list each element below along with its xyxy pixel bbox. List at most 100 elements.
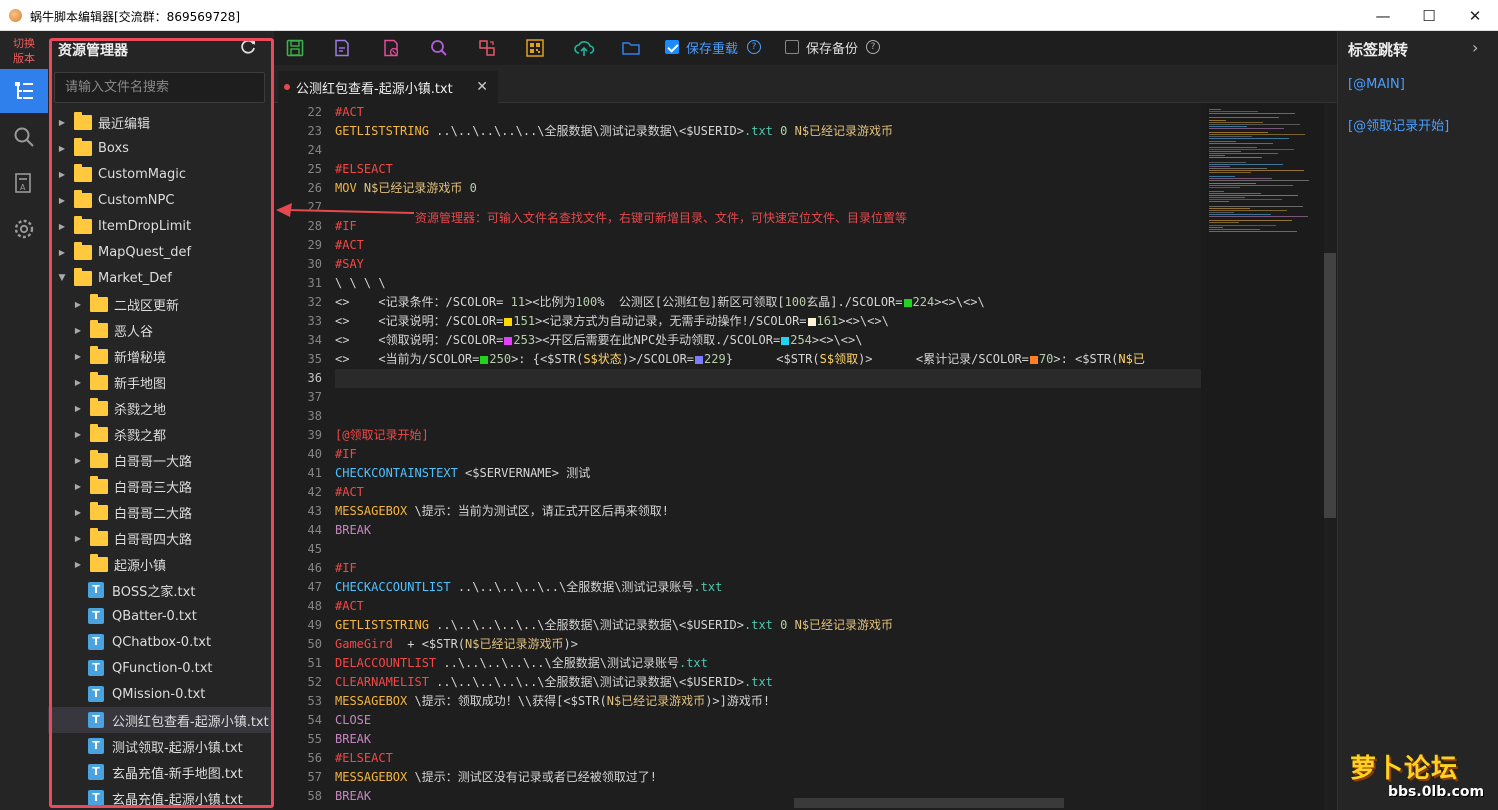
chevron-right-icon[interactable]: ▶ xyxy=(72,300,84,309)
code-line[interactable] xyxy=(335,388,1201,407)
save-button[interactable] xyxy=(284,37,306,59)
chevron-right-icon[interactable]: › xyxy=(1472,38,1478,57)
tab-active-file[interactable]: 公测红包查看-起源小镇.txt ✕ xyxy=(278,71,498,103)
code-line[interactable]: #ACT xyxy=(335,236,1201,255)
code-line[interactable]: BREAK xyxy=(335,730,1201,749)
chevron-right-icon[interactable]: ▶ xyxy=(72,508,84,517)
file-search-input[interactable] xyxy=(54,72,265,103)
minimize-button[interactable]: — xyxy=(1360,0,1406,31)
tree-folder-item[interactable]: ▶ 新手地图 xyxy=(48,369,274,395)
code-line[interactable]: #IF xyxy=(335,445,1201,464)
code-line[interactable]: #SAY xyxy=(335,255,1201,274)
save-backup-help-icon[interactable]: ? xyxy=(866,40,880,54)
explorer-activity-button[interactable] xyxy=(0,69,48,113)
switch-version-button[interactable]: 切换 版本 xyxy=(6,36,42,66)
tree-folder-item[interactable]: ▶ 恶人谷 xyxy=(48,317,274,343)
code-line[interactable]: <> <当前为/SCOLOR= 250>: {<$STR(S$状态)>/SCOLO… xyxy=(335,350,1201,369)
tree-folder-item[interactable]: ▶ 杀戮之都 xyxy=(48,421,274,447)
code-line[interactable]: CLEARNAMELIST ..\..\..\..\..\全服数据\测试记录数据… xyxy=(335,673,1201,692)
chevron-right-icon[interactable]: ▶ xyxy=(56,196,68,205)
tree-file-item[interactable]: T QBatter-0.txt xyxy=(48,603,274,629)
tree-file-item[interactable]: T 测试领取-起源小镇.txt xyxy=(48,733,274,759)
chevron-right-icon[interactable]: ▶ xyxy=(72,404,84,413)
horizontal-scrollbar[interactable] xyxy=(794,798,1064,808)
save-backup-checkbox[interactable] xyxy=(785,40,799,54)
code-line[interactable]: #ELSEACT xyxy=(335,160,1201,179)
chevron-right-icon[interactable]: ▶ xyxy=(56,144,68,153)
tree-folder-item[interactable]: ▶ MapQuest_def xyxy=(48,239,274,265)
save-reload-checkbox[interactable] xyxy=(665,40,679,54)
tree-folder-item[interactable]: ▶ 新增秘境 xyxy=(48,343,274,369)
code-line[interactable]: MESSAGEBOX \提示：测试区没有记录或者已经被领取过了! xyxy=(335,768,1201,787)
chevron-right-icon[interactable]: ▶ xyxy=(72,534,84,543)
tree-folder-item[interactable]: ▶ 白哥哥二大路 xyxy=(48,499,274,525)
tree-folder-item[interactable]: ▶ ItemDropLimit xyxy=(48,213,274,239)
tree-folder-item[interactable]: ▶ 白哥哥三大路 xyxy=(48,473,274,499)
code-line[interactable]: #IF xyxy=(335,559,1201,578)
code-line[interactable]: CHECKCONTAINSTEXT <$SERVERNAME> 测试 xyxy=(335,464,1201,483)
close-file-button[interactable] xyxy=(380,37,402,59)
code-line[interactable]: #ACT xyxy=(335,103,1201,122)
code-line[interactable]: #ACT xyxy=(335,597,1201,616)
tree-folder-item[interactable]: ▶ 白哥哥四大路 xyxy=(48,525,274,551)
code-line[interactable] xyxy=(335,407,1201,426)
upload-button[interactable] xyxy=(573,37,595,59)
code-line[interactable]: #ELSEACT xyxy=(335,749,1201,768)
refresh-button[interactable] xyxy=(238,37,260,59)
code-line[interactable]: BREAK xyxy=(335,521,1201,540)
chevron-right-icon[interactable]: ▶ xyxy=(56,118,68,127)
chevron-down-icon[interactable]: ▼ xyxy=(56,273,68,283)
code-line[interactable]: GETLISTSTRING ..\..\..\..\..\全服数据\测试记录数据… xyxy=(335,616,1201,635)
code-line[interactable] xyxy=(335,540,1201,559)
chevron-right-icon[interactable]: ▶ xyxy=(72,352,84,361)
code-line[interactable] xyxy=(335,369,1201,388)
minimap[interactable] xyxy=(1201,103,1324,810)
tree-folder-item[interactable]: ▶ CustomNPC xyxy=(48,187,274,213)
tree-file-item[interactable]: T QMission-0.txt xyxy=(48,681,274,707)
replace-button[interactable] xyxy=(476,37,498,59)
chevron-right-icon[interactable]: ▶ xyxy=(72,430,84,439)
code-line[interactable]: DELACCOUNTLIST ..\..\..\..\..\全服数据\测试记录账… xyxy=(335,654,1201,673)
code-line[interactable]: \ \ \ \ xyxy=(335,274,1201,293)
tree-file-item[interactable]: T BOSS之家.txt xyxy=(48,577,274,603)
tree-file-item[interactable]: T QChatbox-0.txt xyxy=(48,629,274,655)
tree-file-item[interactable]: T QFunction-0.txt xyxy=(48,655,274,681)
tree-folder-item[interactable]: ▶ 最近编辑 xyxy=(48,109,274,135)
save-reload-help-icon[interactable]: ? xyxy=(747,40,761,54)
find-button[interactable] xyxy=(428,37,450,59)
tree-file-item[interactable]: T 玄晶充值-起源小镇.txt xyxy=(48,785,274,809)
code-line[interactable]: GETLISTSTRING ..\..\..\..\..\全服数据\测试记录数据… xyxy=(335,122,1201,141)
open-folder-button[interactable] xyxy=(620,37,642,59)
search-activity-button[interactable] xyxy=(0,115,48,159)
tree-folder-item[interactable]: ▶ 杀戮之地 xyxy=(48,395,274,421)
qrcode-button[interactable] xyxy=(524,37,546,59)
tree-folder-item[interactable]: ▶ 二战区更新 xyxy=(48,291,274,317)
chevron-right-icon[interactable]: ▶ xyxy=(72,326,84,335)
code-line[interactable]: #ACT xyxy=(335,483,1201,502)
chevron-right-icon[interactable]: ▶ xyxy=(72,456,84,465)
settings-activity-button[interactable] xyxy=(0,207,48,251)
code-line[interactable]: MESSAGEBOX \提示：当前为测试区，请正式开区后再来领取! xyxy=(335,502,1201,521)
replace-activity-button[interactable]: A xyxy=(0,161,48,205)
tree-file-item[interactable]: T 玄晶充值-新手地图.txt xyxy=(48,759,274,785)
code-line[interactable]: <> <记录说明：/SCOLOR= 151><记录方式为自动记录，无需手动操作!/… xyxy=(335,312,1201,331)
code-line[interactable]: CLOSE xyxy=(335,711,1201,730)
vertical-scrollbar[interactable] xyxy=(1324,253,1336,518)
tree-folder-item[interactable]: ▶ 白哥哥一大路 xyxy=(48,447,274,473)
code-line[interactable]: MOV N$已经记录游戏币 0 xyxy=(335,179,1201,198)
code-line[interactable]: <> <领取说明：/SCOLOR= 253><开区后需要在此NPC处手动领取./S… xyxy=(335,331,1201,350)
code-line[interactable]: [@领取记录开始] xyxy=(335,426,1201,445)
chevron-right-icon[interactable]: ▶ xyxy=(56,248,68,257)
tab-close-button[interactable]: ✕ xyxy=(476,79,488,95)
chevron-right-icon[interactable]: ▶ xyxy=(72,378,84,387)
close-window-button[interactable]: ✕ xyxy=(1452,0,1498,31)
chevron-right-icon[interactable]: ▶ xyxy=(72,482,84,491)
bookmark-link-main[interactable]: [@MAIN] xyxy=(1348,77,1405,92)
code-line[interactable]: BREAK xyxy=(335,787,1201,806)
chevron-right-icon[interactable]: ▶ xyxy=(72,560,84,569)
code-line[interactable]: MESSAGEBOX \提示：领取成功！\\获得[<$STR(N$已经记录游戏币… xyxy=(335,692,1201,711)
tree-file-item[interactable]: T 公测红包查看-起源小镇.txt xyxy=(48,707,274,733)
chevron-right-icon[interactable]: ▶ xyxy=(56,170,68,179)
chevron-right-icon[interactable]: ▶ xyxy=(56,222,68,231)
tree-folder-item[interactable]: ▶ 起源小镇 xyxy=(48,551,274,577)
